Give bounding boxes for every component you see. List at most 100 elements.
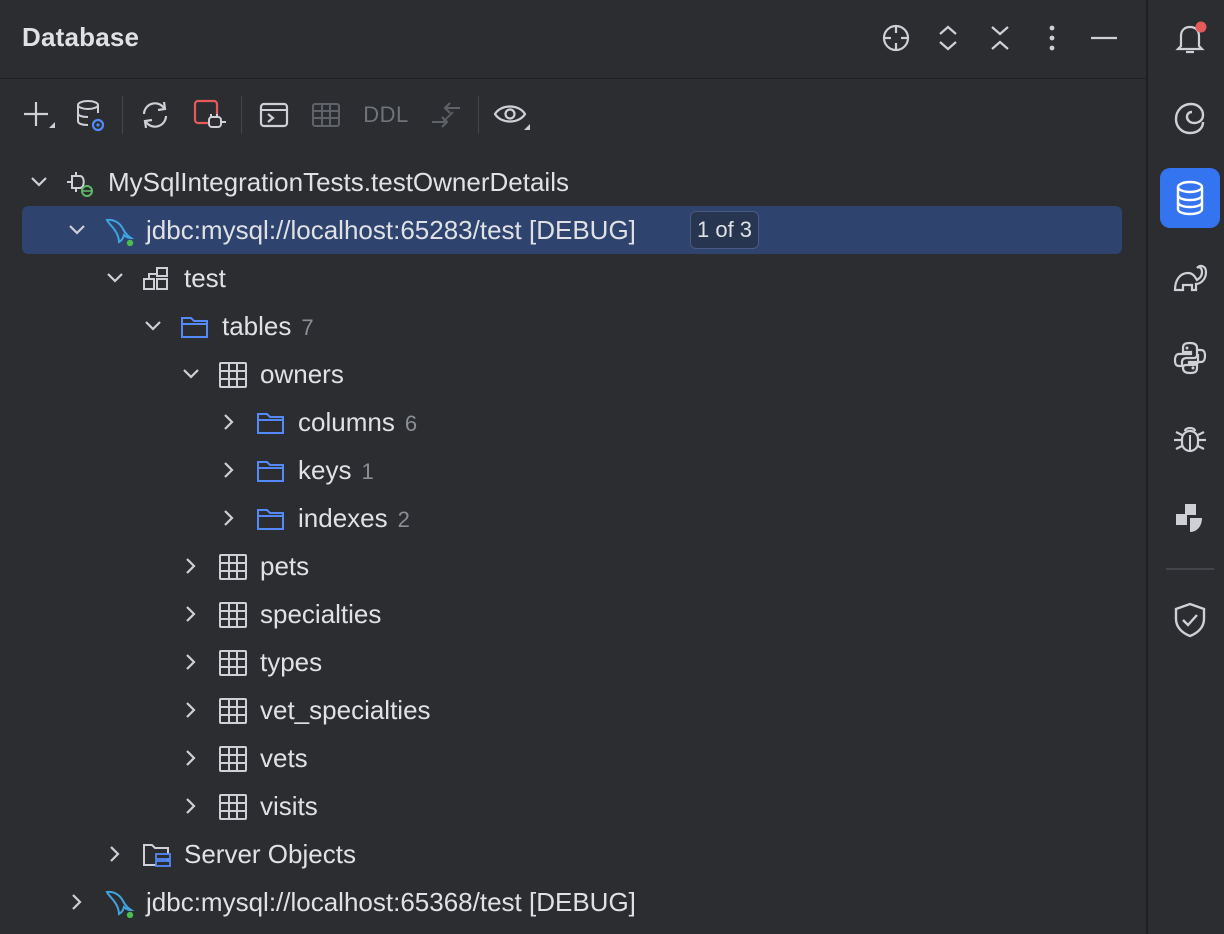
query-console-button[interactable] bbox=[256, 92, 292, 138]
chevron-down-icon[interactable] bbox=[28, 171, 50, 193]
tree-node-table[interactable]: types bbox=[0, 638, 1146, 686]
toolbar-separator bbox=[241, 96, 242, 134]
chevron-down-icon[interactable] bbox=[180, 363, 202, 385]
notifications-icon bbox=[1170, 18, 1210, 58]
gradle-button[interactable] bbox=[1160, 248, 1220, 308]
tree-node-table[interactable]: visits bbox=[0, 782, 1146, 830]
toolbar-separator bbox=[122, 96, 123, 134]
schema-icon bbox=[142, 264, 172, 294]
tree-node-tables-folder[interactable]: tables7 bbox=[0, 302, 1146, 350]
chevron-right-icon[interactable] bbox=[104, 843, 126, 865]
collapse-all-button[interactable] bbox=[982, 20, 1018, 56]
database-icon bbox=[1170, 178, 1210, 218]
chevron-right-icon[interactable] bbox=[180, 795, 202, 817]
table-icon bbox=[218, 360, 248, 390]
tree-node-columns-folder[interactable]: columns6 bbox=[0, 398, 1146, 446]
panel-title: Database bbox=[22, 22, 139, 53]
add-button[interactable] bbox=[20, 92, 56, 138]
chevron-right-icon[interactable] bbox=[180, 651, 202, 673]
tree-node-table-owners[interactable]: owners bbox=[0, 350, 1146, 398]
table-icon bbox=[218, 648, 248, 678]
tree-node-label: jdbc:mysql://localhost:65283/test [DEBUG… bbox=[146, 215, 636, 246]
data-source-properties-button[interactable] bbox=[72, 92, 108, 138]
security-shield-icon bbox=[1170, 600, 1210, 640]
chevron-right-icon[interactable] bbox=[180, 603, 202, 625]
tree-node-table[interactable]: vet_specialties bbox=[0, 686, 1146, 734]
chevron-down-icon[interactable] bbox=[66, 219, 88, 241]
gradle-icon bbox=[1170, 258, 1210, 298]
database-toolbar: DDL bbox=[0, 92, 1146, 138]
tree-node-label: specialties bbox=[260, 599, 381, 630]
collapse-all-icon bbox=[987, 23, 1013, 53]
ai-assistant-button[interactable] bbox=[1160, 88, 1220, 148]
target-icon bbox=[881, 23, 911, 53]
folder-icon bbox=[256, 456, 286, 486]
python-button[interactable] bbox=[1160, 328, 1220, 388]
node-count: 1 bbox=[361, 459, 373, 484]
data-source-properties-icon bbox=[73, 97, 107, 133]
ddl-button[interactable]: DDL bbox=[360, 92, 412, 138]
tree-node-keys-folder[interactable]: keys1 bbox=[0, 446, 1146, 494]
security-button[interactable] bbox=[1160, 590, 1220, 650]
chevron-down-icon[interactable] bbox=[104, 267, 126, 289]
locate-target-button[interactable] bbox=[878, 20, 914, 56]
tree-node-table[interactable]: specialties bbox=[0, 590, 1146, 638]
chevron-right-icon[interactable] bbox=[180, 555, 202, 577]
code-with-me-button[interactable] bbox=[1160, 488, 1220, 548]
tree-node-table[interactable]: vets bbox=[0, 734, 1146, 782]
chevron-right-icon[interactable] bbox=[180, 747, 202, 769]
debug-icon bbox=[1170, 418, 1210, 458]
tree-node-server-objects[interactable]: Server Objects bbox=[0, 830, 1146, 878]
tree-node-datasource-65368[interactable]: jdbc:mysql://localhost:65368/test [DEBUG… bbox=[0, 878, 1146, 926]
minimize-button[interactable] bbox=[1086, 20, 1122, 56]
compare-button[interactable] bbox=[428, 92, 464, 138]
tree-node-label: Server Objects bbox=[184, 839, 356, 870]
table-icon bbox=[218, 792, 248, 822]
tree-node-label: jdbc:mysql://localhost:65368/test [DEBUG… bbox=[146, 887, 636, 918]
tool-window-header: Database bbox=[0, 0, 1146, 79]
right-tool-window-bar bbox=[1146, 0, 1224, 934]
tree-node-label: pets bbox=[260, 551, 309, 582]
chevron-right-icon[interactable] bbox=[218, 507, 240, 529]
tree-node-label: tables7 bbox=[222, 311, 314, 342]
chevron-right-icon[interactable] bbox=[66, 891, 88, 913]
tree-node-indexes-folder[interactable]: indexes2 bbox=[0, 494, 1146, 542]
node-count: 7 bbox=[301, 315, 313, 340]
toolbar-separator bbox=[478, 96, 479, 134]
chevron-right-icon[interactable] bbox=[218, 411, 240, 433]
tree-node-schema-test[interactable]: test bbox=[0, 254, 1146, 302]
tree-node-label: vets bbox=[260, 743, 308, 774]
tree-node-label: columns6 bbox=[298, 407, 417, 438]
expand-all-button[interactable] bbox=[930, 20, 966, 56]
tree-node-run-config[interactable]: MySqlIntegrationTests.testOwnerDetails bbox=[0, 158, 1146, 206]
minimize-icon bbox=[1089, 23, 1119, 53]
refresh-button[interactable] bbox=[137, 92, 173, 138]
database-tool-window: Database bbox=[0, 0, 1146, 934]
edit-data-button[interactable] bbox=[308, 92, 344, 138]
chevron-right-icon[interactable] bbox=[218, 459, 240, 481]
mysql-dolphin-icon bbox=[104, 216, 134, 246]
node-count: 2 bbox=[398, 507, 410, 532]
view-options-icon bbox=[492, 98, 532, 132]
disconnect-button[interactable] bbox=[190, 92, 228, 138]
tree-node-label: visits bbox=[260, 791, 318, 822]
rail-separator bbox=[1166, 568, 1214, 570]
edit-data-icon bbox=[310, 100, 342, 130]
tree-node-table[interactable]: pets bbox=[0, 542, 1146, 590]
add-icon bbox=[21, 98, 55, 132]
query-console-icon bbox=[258, 100, 290, 130]
notifications-button[interactable] bbox=[1160, 8, 1220, 68]
debug-button[interactable] bbox=[1160, 408, 1220, 468]
folder-icon bbox=[180, 312, 210, 342]
tree-node-label: keys1 bbox=[298, 455, 374, 486]
more-options-button[interactable] bbox=[1034, 20, 1070, 56]
node-count: 6 bbox=[405, 411, 417, 436]
view-options-button[interactable] bbox=[492, 92, 532, 138]
table-icon bbox=[218, 552, 248, 582]
database-tool-button[interactable] bbox=[1160, 168, 1220, 228]
chevron-down-icon[interactable] bbox=[142, 315, 164, 337]
tree-node-label: test bbox=[184, 263, 226, 294]
chevron-right-icon[interactable] bbox=[180, 699, 202, 721]
session-count-badge: 1 of 3 bbox=[690, 211, 759, 249]
tree-node-datasource-65283[interactable]: jdbc:mysql://localhost:65283/test [DEBUG… bbox=[0, 206, 1146, 254]
